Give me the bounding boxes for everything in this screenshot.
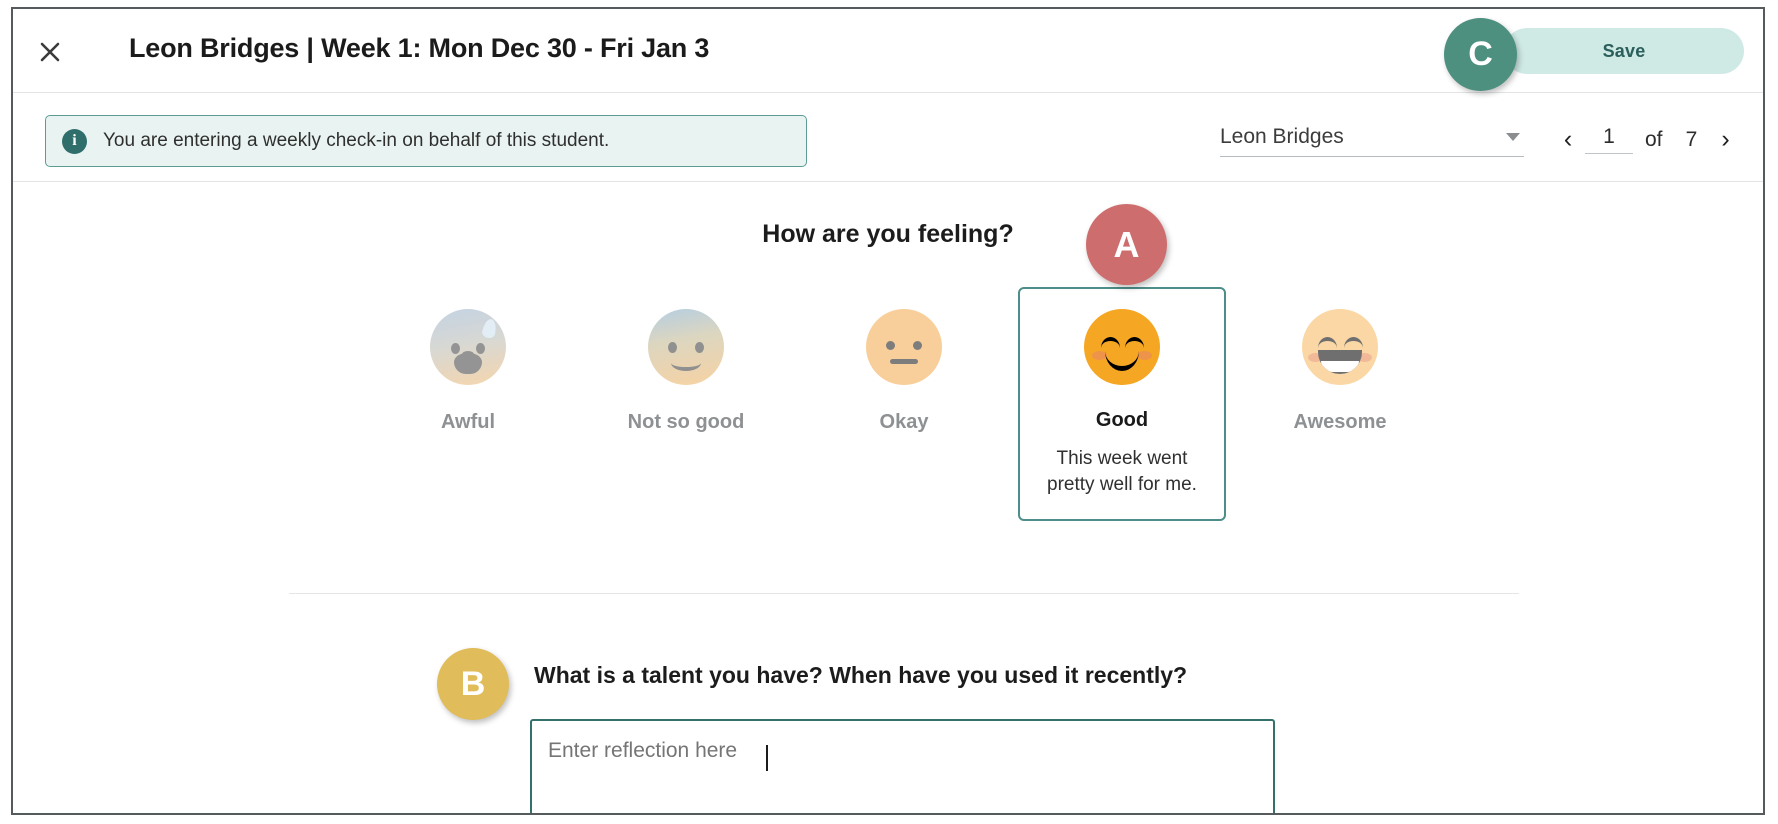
- mood-option-good[interactable]: Good This week went pretty well for me.: [1018, 287, 1226, 522]
- section-divider: [289, 593, 1519, 594]
- text-cursor: [766, 745, 768, 771]
- close-icon[interactable]: [35, 37, 65, 67]
- info-banner: i You are entering a weekly check-in on …: [45, 115, 807, 167]
- mood-question: How are you feeling?: [762, 220, 1014, 248]
- mood-option-awesome[interactable]: Awesome: [1236, 287, 1444, 434]
- annotation-badge-a: A: [1086, 204, 1167, 285]
- mood-label-good: Good: [1095, 409, 1149, 431]
- checkin-modal-window: Leon Bridges | Week 1: Mon Dec 30 - Fri …: [11, 7, 1765, 815]
- info-icon: i: [62, 128, 87, 154]
- pagination-of-label: of: [1645, 127, 1663, 151]
- student-pagination: ‹ of 7 ›: [1551, 125, 1743, 154]
- student-select-dropdown[interactable]: Leon Bridges: [1220, 125, 1524, 157]
- emoji-not-so-good-icon: [648, 309, 724, 385]
- page-number-input[interactable]: [1585, 125, 1633, 154]
- mood-label-okay: Okay: [879, 411, 929, 433]
- pagination-total: 7: [1685, 127, 1698, 151]
- emoji-okay-icon: [866, 309, 942, 385]
- mood-label-awesome: Awesome: [1293, 411, 1387, 433]
- annotation-badge-b: B: [437, 648, 509, 720]
- mood-label-not-so-good: Not so good: [627, 411, 745, 433]
- mood-options-row: Awful Not so good Okay Good This week we…: [364, 287, 1444, 522]
- mood-option-awful[interactable]: Awful: [364, 287, 572, 434]
- annotation-badge-c: C: [1444, 18, 1517, 91]
- page-title: Leon Bridges | Week 1: Mon Dec 30 - Fri …: [129, 33, 710, 63]
- emoji-awesome-icon: [1302, 309, 1378, 385]
- mood-label-awful: Awful: [440, 411, 496, 433]
- prev-student-button[interactable]: ‹: [1551, 127, 1585, 152]
- reflection-question: What is a talent you have? When have you…: [534, 662, 1188, 688]
- mood-option-not-so-good[interactable]: Not so good: [582, 287, 790, 434]
- emoji-awful-icon: [430, 309, 506, 385]
- emoji-good-icon: [1084, 309, 1160, 385]
- mood-description-good: This week went pretty well for me.: [1047, 448, 1197, 495]
- reflection-textarea[interactable]: [530, 719, 1275, 813]
- next-student-button[interactable]: ›: [1709, 127, 1743, 152]
- mood-option-okay[interactable]: Okay: [800, 287, 1008, 434]
- info-banner-text: You are entering a weekly check-in on be…: [103, 130, 610, 151]
- student-select-value: Leon Bridges: [1220, 125, 1344, 148]
- chevron-down-icon: [1506, 133, 1520, 141]
- save-button[interactable]: Save: [1504, 28, 1744, 74]
